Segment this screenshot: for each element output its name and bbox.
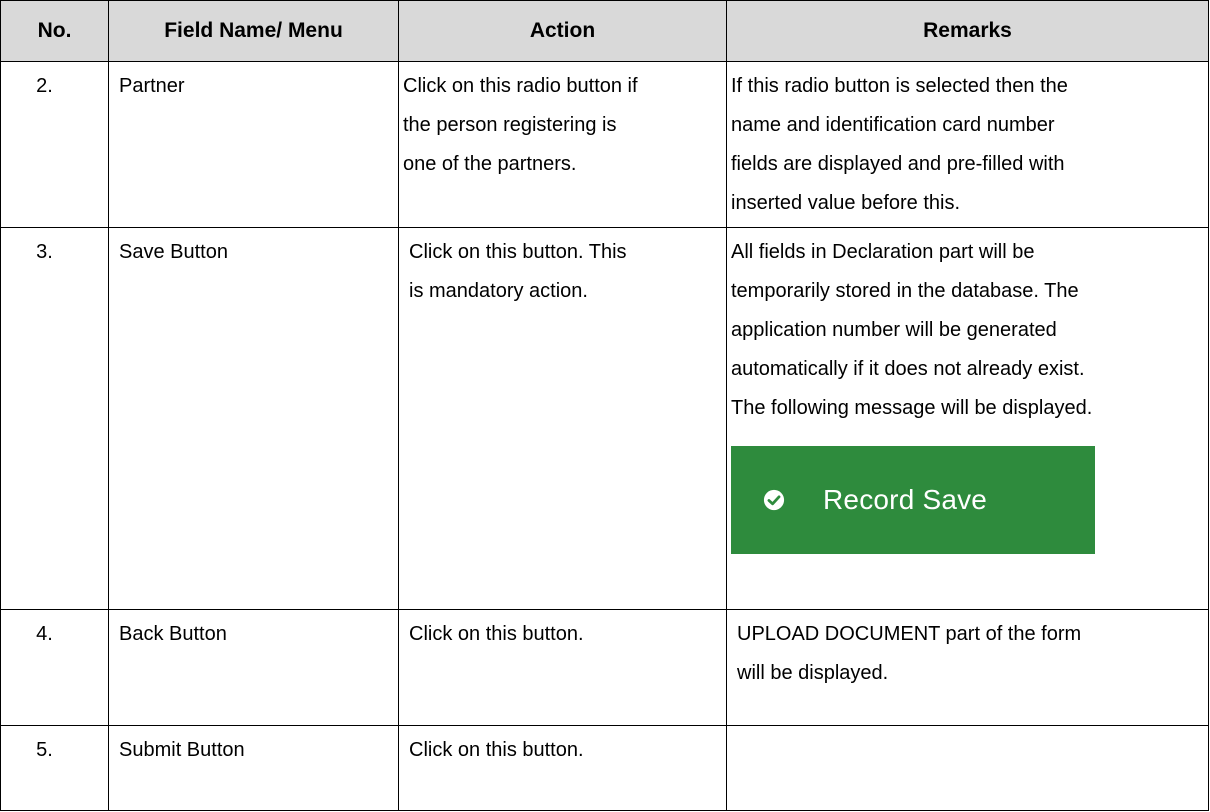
action-text: Click on this button. xyxy=(399,610,726,654)
remarks-text xyxy=(727,726,1208,731)
instructions-table: No. Field Name/ Menu Action Remarks 2. P… xyxy=(0,0,1209,811)
row-number-cell: 2. xyxy=(0,61,109,228)
field-name: Partner xyxy=(119,75,185,97)
field-name: Submit Button xyxy=(119,739,245,761)
row-number-cell: 3. xyxy=(0,227,109,610)
action-line: Click on this button. xyxy=(409,623,584,645)
header-remarks: Remarks xyxy=(726,0,1209,62)
table-row: 2. Partner Click on this radio button if… xyxy=(0,61,1209,228)
table-row: 5. Submit Button Click on this button. xyxy=(0,725,1209,811)
action-line: Click on this radio button if xyxy=(403,75,638,97)
header-no: No. xyxy=(0,0,109,62)
header-field-name: Field Name/ Menu xyxy=(108,0,399,62)
remarks-text: UPLOAD DOCUMENT part of the form will be… xyxy=(727,610,1208,693)
action-line: is mandatory action. xyxy=(409,280,588,302)
action-line: Click on this button. xyxy=(409,739,584,761)
remarks-line: All fields in Declaration part will be xyxy=(731,241,1035,263)
remarks-line: inserted value before this. xyxy=(731,192,961,214)
remarks-line: name and identification card number xyxy=(731,114,1055,136)
remarks-cell xyxy=(726,725,1209,811)
action-cell: Click on this button. xyxy=(398,725,727,811)
remarks-line: If this radio button is selected then th… xyxy=(731,75,1068,97)
remarks-line: automatically if it does not already exi… xyxy=(731,358,1085,380)
field-name-cell: Back Button xyxy=(108,609,399,726)
row-number: 4. xyxy=(36,623,53,645)
remarks-text: If this radio button is selected then th… xyxy=(727,62,1208,223)
action-line: one of the partners. xyxy=(403,153,577,175)
table-row: 4. Back Button Click on this button. UPL… xyxy=(0,609,1209,726)
table-header-row: No. Field Name/ Menu Action Remarks xyxy=(0,0,1209,62)
row-number-cell: 5. xyxy=(0,725,109,811)
field-name: Save Button xyxy=(119,241,228,263)
remarks-cell: UPLOAD DOCUMENT part of the form will be… xyxy=(726,609,1209,726)
action-line: the person registering is xyxy=(403,114,617,136)
field-name-cell: Partner xyxy=(108,61,399,228)
remarks-text: All fields in Declaration part will be t… xyxy=(727,228,1208,554)
action-cell: Click on this button. This is mandatory … xyxy=(398,227,727,610)
remarks-line: The following message will be displayed. xyxy=(731,397,1093,419)
remarks-line: will be displayed. xyxy=(737,662,889,684)
remarks-line: temporarily stored in the database. The xyxy=(731,280,1079,302)
row-number: 5. xyxy=(36,739,53,761)
field-name-cell: Save Button xyxy=(108,227,399,610)
remarks-cell: If this radio button is selected then th… xyxy=(726,61,1209,228)
field-name: Back Button xyxy=(119,623,227,645)
action-line: Click on this button. This xyxy=(409,241,627,263)
remarks-line: UPLOAD DOCUMENT part of the form xyxy=(737,623,1082,645)
field-name-cell: Submit Button xyxy=(108,725,399,811)
header-action: Action xyxy=(398,0,727,62)
action-text: Click on this button. xyxy=(399,726,726,770)
action-text: Click on this radio button if the person… xyxy=(399,62,726,184)
remarks-cell: All fields in Declaration part will be t… xyxy=(726,227,1209,610)
row-number: 2. xyxy=(36,75,53,97)
row-number: 3. xyxy=(36,241,53,263)
table-row: 3. Save Button Click on this button. Thi… xyxy=(0,227,1209,610)
action-cell: Click on this button. xyxy=(398,609,727,726)
record-save-toast: Record Save xyxy=(731,446,1095,554)
check-circle-icon xyxy=(763,489,785,511)
toast-message: Record Save xyxy=(823,484,988,515)
action-text: Click on this button. This is mandatory … xyxy=(399,228,726,311)
row-number-cell: 4. xyxy=(0,609,109,726)
remarks-line: application number will be generated xyxy=(731,319,1057,341)
remarks-line: fields are displayed and pre-filled with xyxy=(731,153,1065,175)
action-cell: Click on this radio button if the person… xyxy=(398,61,727,228)
